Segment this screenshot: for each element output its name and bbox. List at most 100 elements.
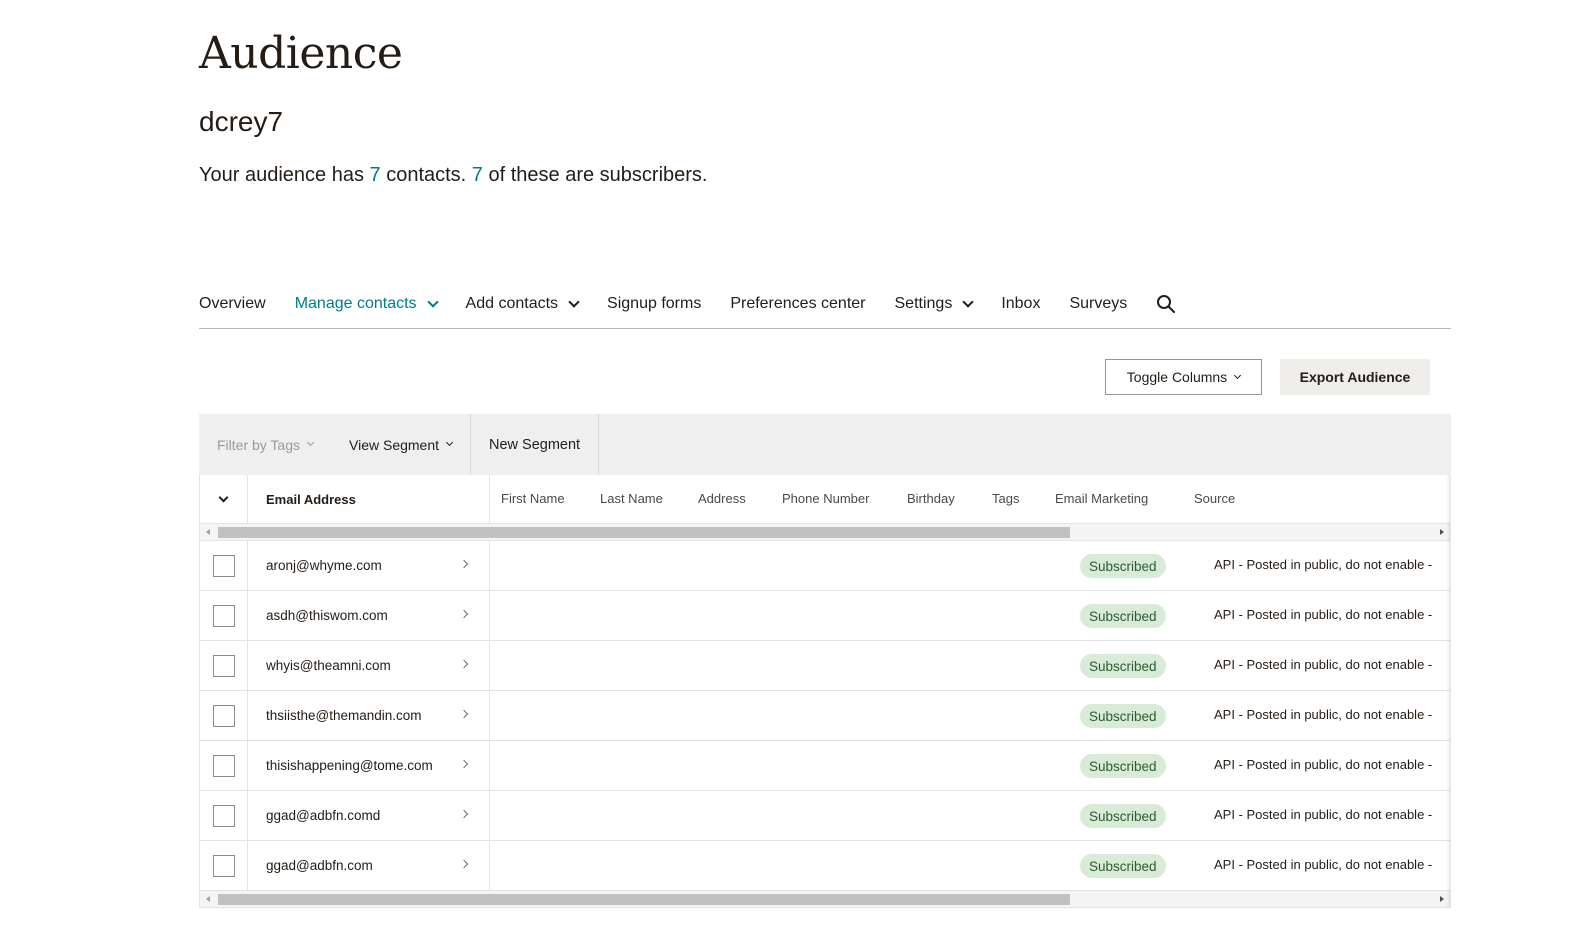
nav-add-contacts[interactable]: Add contacts [466,295,580,313]
contact-source: API - Posted in public, do not enable - [1214,707,1433,722]
contact-email[interactable]: asdh@thiswom.com [266,608,388,623]
contact-email[interactable]: whyis@theamni.com [266,658,391,673]
email-column-header[interactable]: Email Address [248,475,490,523]
nav-signup-forms[interactable]: Signup forms [607,295,701,313]
address-column-header[interactable]: Address [698,491,746,506]
nav-manage-contacts[interactable]: Manage contacts [295,295,439,313]
status-badge: Subscribed [1080,704,1166,728]
contact-email[interactable]: thisishappening@tome.com [266,758,433,773]
chevron-down-icon [568,296,580,308]
export-audience-label: Export Audience [1299,369,1411,385]
contacts-count: 7 [369,164,381,186]
contact-email[interactable]: ggad@adbfn.com [266,858,373,873]
row-checkbox[interactable] [212,854,235,877]
nav-inbox-label: Inbox [1001,295,1041,312]
last-name-column-header[interactable]: Last Name [600,491,663,506]
row-checkbox[interactable] [212,554,235,577]
email-column-label: Email Address [266,491,356,507]
status-badge: Subscribed [1080,604,1166,628]
table-row[interactable]: ggad@adbfn.com Subscribed API - Posted i… [200,841,1450,891]
status-badge: Subscribed [1080,554,1166,578]
row-checkbox[interactable] [212,704,235,727]
scrollbar-thumb[interactable] [218,527,1070,538]
row-select-cell [200,841,248,890]
chevron-right-icon[interactable] [459,859,469,869]
filter-by-tags-dropdown[interactable]: Filter by Tags [199,414,331,475]
row-select-cell [200,791,248,840]
nav-inbox[interactable]: Inbox [1001,295,1040,313]
contact-source: API - Posted in public, do not enable - [1214,757,1433,772]
chevron-down-icon [426,296,439,308]
row-select-cell [200,541,248,590]
table-row[interactable]: thsiisthe@themandin.com Subscribed API -… [200,691,1450,741]
subscribers-count: 7 [471,164,483,186]
status-badge: Subscribed [1080,654,1166,678]
contacts-table: Email Address First Name Last Name Addre… [199,475,1451,908]
filter-by-tags-label: Filter by Tags [217,436,300,453]
view-segment-label: View Segment [349,436,440,453]
chevron-right-icon[interactable] [459,759,469,769]
toggle-columns-button[interactable]: Toggle Columns [1105,359,1262,395]
nav-settings-label: Settings [894,295,953,312]
select-all-toggle[interactable] [200,475,248,523]
table-row[interactable]: asdh@thiswom.com Subscribed API - Posted… [200,591,1450,641]
source-column-header[interactable]: Source [1194,491,1235,506]
nav-overview[interactable]: Overview [199,295,266,313]
contact-email[interactable]: aronj@whyme.com [266,558,382,573]
birthday-column-header[interactable]: Birthday [907,491,955,506]
contact-source: API - Posted in public, do not enable - [1214,607,1433,622]
horizontal-scrollbar-top[interactable] [200,524,1450,541]
row-checkbox[interactable] [212,754,235,777]
scrollbar-thumb[interactable] [218,894,1070,905]
nav-overview-label: Overview [199,295,266,312]
contact-source: API - Posted in public, do not enable - [1214,807,1433,822]
email-cell: thisishappening@tome.com [248,741,490,790]
tags-column-header[interactable]: Tags [992,491,1019,506]
new-segment-label: New Segment [489,436,581,453]
nav-settings[interactable]: Settings [894,295,974,313]
email-cell: ggad@adbfn.comd [248,791,490,840]
scroll-right-icon[interactable] [1440,896,1444,902]
summary-prefix: Your audience has [199,164,370,186]
chevron-right-icon[interactable] [459,809,469,819]
row-select-cell [200,741,248,790]
first-name-column-header[interactable]: First Name [501,491,565,506]
view-segment-dropdown[interactable]: View Segment [331,414,470,475]
email-cell: ggad@adbfn.com [248,841,490,890]
contact-source: API - Posted in public, do not enable - [1214,657,1433,672]
chevron-right-icon[interactable] [459,559,469,569]
chevron-right-icon[interactable] [459,709,469,719]
chevron-right-icon[interactable] [459,609,469,619]
contact-email[interactable]: ggad@adbfn.comd [266,808,380,823]
row-checkbox[interactable] [212,654,235,677]
chevron-right-icon[interactable] [459,659,469,669]
table-row[interactable]: ggad@adbfn.comd Subscribed API - Posted … [200,791,1450,841]
export-audience-button[interactable]: Export Audience [1280,359,1430,395]
table-header: Email Address First Name Last Name Addre… [200,475,1450,524]
status-badge: Subscribed [1080,754,1166,778]
row-checkbox[interactable] [212,804,235,827]
new-segment-button[interactable]: New Segment [470,414,600,475]
row-checkbox[interactable] [212,604,235,627]
contact-email[interactable]: thsiisthe@themandin.com [266,708,422,723]
table-row[interactable]: thisishappening@tome.com Subscribed API … [200,741,1450,791]
horizontal-scrollbar-bottom[interactable] [200,891,1450,908]
audience-summary: Your audience has 7 contacts. 7 of these… [199,164,707,187]
search-icon[interactable] [1156,294,1176,314]
nav-surveys-label: Surveys [1069,295,1128,312]
contact-source: API - Posted in public, do not enable - [1214,557,1433,572]
nav-preferences-center[interactable]: Preferences center [730,295,865,313]
table-row[interactable]: aronj@whyme.com Subscribed API - Posted … [200,541,1450,591]
scroll-left-icon[interactable] [206,896,210,902]
scroll-left-icon[interactable] [206,529,210,535]
chevron-down-icon [306,438,315,447]
nav-surveys[interactable]: Surveys [1069,295,1127,313]
table-row[interactable]: whyis@theamni.com Subscribed API - Poste… [200,641,1450,691]
email-marketing-column-header[interactable]: Email Marketing [1055,491,1148,506]
nav-preferences-center-label: Preferences center [730,295,866,312]
phone-column-header[interactable]: Phone Number [782,491,869,506]
chevron-down-icon [445,438,454,447]
filter-bar: Filter by Tags View Segment New Segment [199,414,1451,475]
scroll-right-icon[interactable] [1440,529,1444,535]
nav-signup-forms-label: Signup forms [607,295,702,312]
